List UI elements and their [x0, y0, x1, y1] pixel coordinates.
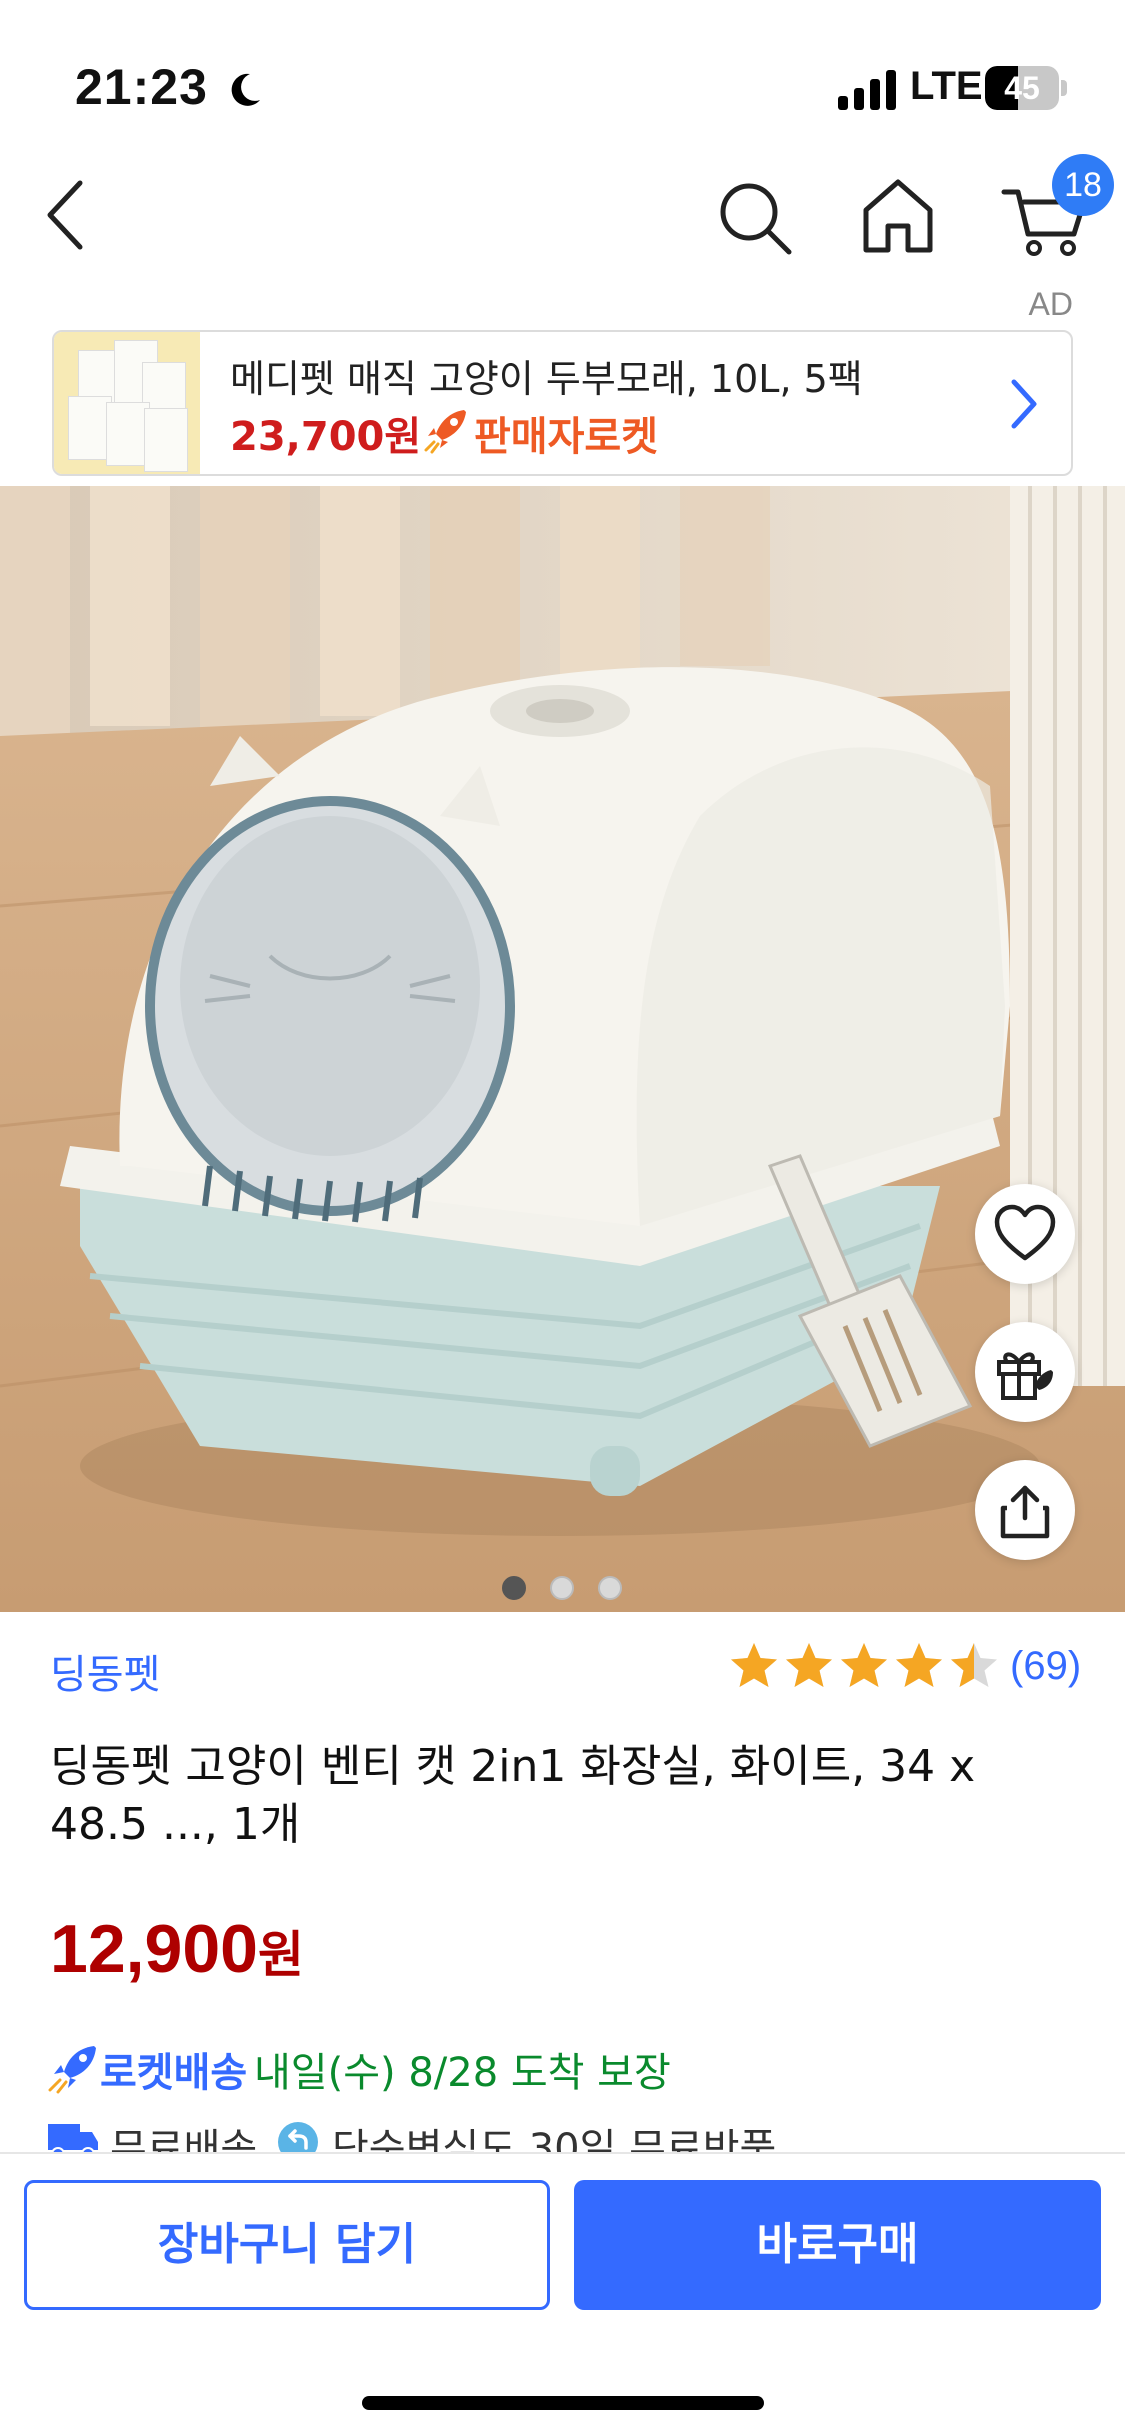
- nav-bar: 18: [0, 150, 1125, 280]
- star-icon: [841, 1643, 887, 1687]
- share-button[interactable]: [975, 1460, 1075, 1560]
- ad-banner[interactable]: 메디펫 매직 고양이 두부모래, 10L, 5팩 23,700원 판매자로켓: [52, 330, 1073, 476]
- signal-icon: [838, 70, 896, 110]
- share-icon: [1000, 1485, 1050, 1539]
- product-photo: [0, 486, 1125, 1612]
- network-label: LTE: [910, 64, 983, 108]
- heart-icon: [994, 1204, 1056, 1261]
- price: 12,900원: [50, 1910, 304, 1988]
- buy-now-button[interactable]: 바로구매: [574, 2180, 1101, 2310]
- rating-stars: [728, 1640, 1000, 1694]
- ad-price: 23,700원: [230, 414, 422, 460]
- gallery-dot[interactable]: [598, 1576, 622, 1600]
- bottom-action-bar: 장바구니 담기 바로구매: [0, 2152, 1125, 2436]
- ad-title: 메디펫 매직 고양이 두부모래, 10L, 5팩: [230, 357, 863, 401]
- seller-rocket-badge: 판매자로켓: [474, 414, 658, 460]
- gift-button[interactable]: [975, 1322, 1075, 1422]
- moon-icon: [231, 73, 260, 106]
- search-icon[interactable]: [715, 178, 795, 258]
- wishlist-button[interactable]: [975, 1184, 1075, 1284]
- star-icon: [786, 1643, 832, 1687]
- brand-link[interactable]: 딩동펫: [50, 1642, 160, 1700]
- status-bar: 21:23 LTE 45: [0, 0, 1125, 150]
- chevron-right-icon: [1011, 379, 1037, 429]
- cart-count-badge: 18: [1052, 154, 1114, 216]
- price-unit: 원: [257, 1926, 304, 1984]
- home-icon[interactable]: [860, 176, 936, 256]
- product-image-gallery[interactable]: [0, 486, 1125, 1612]
- gallery-pagination: [0, 1576, 1125, 1600]
- battery-percent: 45: [1004, 70, 1040, 106]
- gift-rocket-icon: [997, 1352, 1053, 1400]
- rocket-delivery-icon: [48, 2046, 96, 2094]
- rocket-icon: [424, 410, 466, 454]
- star-icon: [731, 1643, 777, 1687]
- review-count[interactable]: (69): [1010, 1644, 1081, 1689]
- rocket-delivery-label: 로켓배송: [100, 2050, 248, 2096]
- back-icon[interactable]: [40, 175, 90, 255]
- status-time: 21:23: [75, 59, 208, 115]
- battery-icon: 45: [985, 66, 1067, 110]
- add-to-cart-button[interactable]: 장바구니 담기: [24, 2180, 550, 2310]
- product-title: 딩동펫 고양이 벤티 캣 2in1 화장실, 화이트, 34 x 48.5 ..…: [50, 1741, 976, 1850]
- ad-label: AD: [1028, 286, 1073, 322]
- star-icon: [896, 1643, 942, 1687]
- arrival-guarantee: 내일(수) 8/28 도착 보장: [254, 2050, 671, 2096]
- star-icon: [951, 1643, 997, 1687]
- home-indicator[interactable]: [362, 2396, 764, 2410]
- gallery-dot[interactable]: [550, 1576, 574, 1600]
- ad-product-image: [54, 332, 200, 474]
- gallery-dot[interactable]: [502, 1576, 526, 1600]
- price-value: 12,900: [50, 1911, 258, 1987]
